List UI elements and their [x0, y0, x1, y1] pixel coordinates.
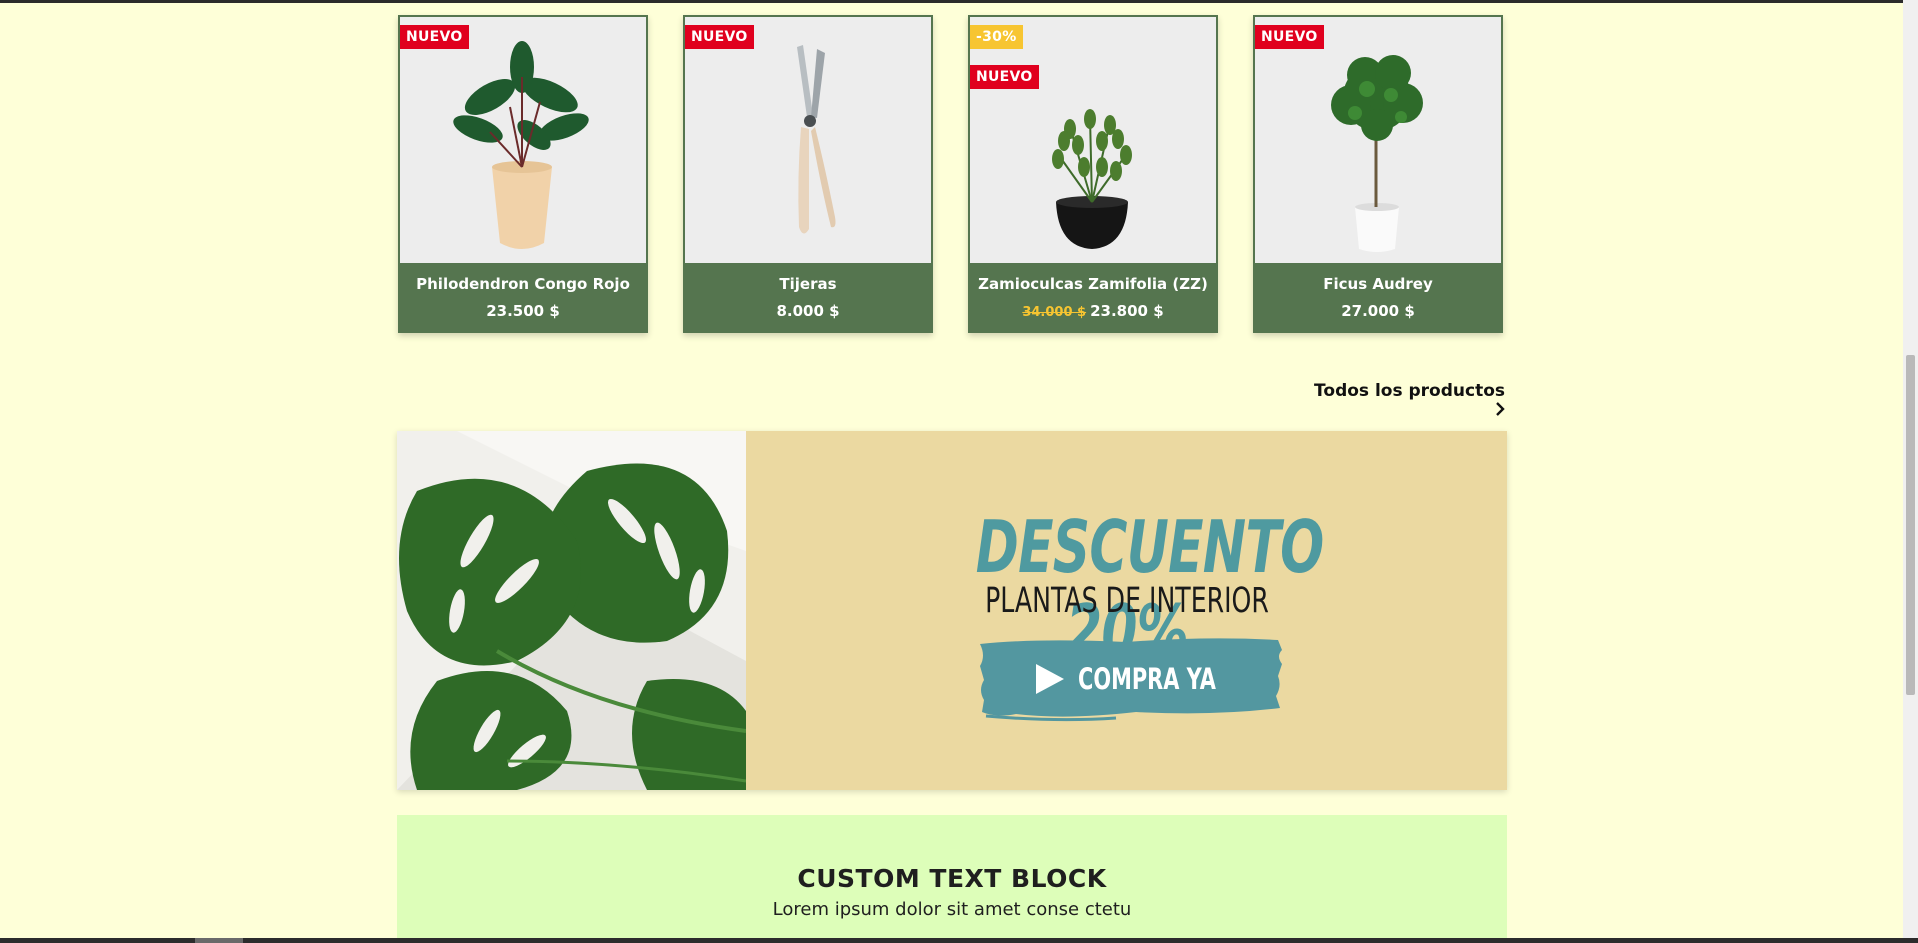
product-price: 8.000 $ — [776, 302, 840, 320]
product-image-zamioculcas[interactable] — [970, 17, 1216, 263]
horizontal-scrollbar[interactable] — [0, 938, 1918, 943]
new-badge: NUEVO — [970, 65, 1039, 89]
banner-subtitle: PLANTAS DE INTERIOR — [985, 581, 1269, 621]
product-image-philodendron[interactable] — [400, 17, 646, 263]
product-image-tijeras[interactable] — [685, 17, 931, 263]
product-price: 23.500 $ — [486, 302, 560, 320]
all-products-label: Todos los productos — [1314, 381, 1505, 401]
new-badge: NUEVO — [1255, 25, 1324, 49]
product-name[interactable]: Ficus Audrey — [1255, 275, 1501, 293]
monstera-photo — [397, 431, 746, 790]
product-info: Tijeras 8.000 $ — [685, 263, 931, 331]
product-info: Philodendron Congo Rojo 23.500 $ — [400, 263, 646, 331]
product-price: 23.800 $ — [1090, 302, 1164, 320]
product-price-group: 34.000 $23.800 $ — [970, 302, 1216, 320]
new-badge: NUEVO — [685, 25, 754, 49]
promo-banner[interactable]: DESCUENTO 20% PLANTAS DE INTERIOR COMPRA… — [397, 431, 1507, 790]
product-grid: NUEVO Philodendron Congo Rojo 23.500 $ N… — [398, 15, 1504, 335]
horizontal-scrollbar-thumb[interactable] — [195, 938, 243, 943]
product-price: 27.000 $ — [1341, 302, 1415, 320]
product-name[interactable]: Zamioculcas Zamifolia (ZZ) — [970, 275, 1216, 293]
shop-now-label: COMPRA YA — [1078, 662, 1216, 696]
product-card[interactable]: NUEVO Ficus Audrey 27.000 $ — [1253, 15, 1503, 333]
product-card[interactable]: NUEVO Tijeras 8.000 $ — [683, 15, 933, 333]
play-icon — [1034, 662, 1066, 700]
top-border — [0, 0, 1918, 3]
product-name[interactable]: Tijeras — [685, 275, 931, 293]
discount-badge: -30% — [970, 25, 1023, 49]
shop-now-button[interactable]: COMPRA YA — [976, 636, 1286, 722]
old-price: 34.000 $ — [1022, 305, 1087, 320]
product-card[interactable]: NUEVO Philodendron Congo Rojo 23.500 $ — [398, 15, 648, 333]
product-image-ficus[interactable] — [1255, 17, 1501, 263]
product-info: Zamioculcas Zamifolia (ZZ) 34.000 $23.80… — [970, 263, 1216, 331]
text-block-title: CUSTOM TEXT BLOCK — [797, 864, 1107, 893]
text-block-body: Lorem ipsum dolor sit amet conse ctetu — [772, 899, 1132, 920]
product-name[interactable]: Philodendron Congo Rojo — [400, 275, 646, 293]
product-card[interactable]: -30% NUEVO Zamioculcas Zamifolia (ZZ) 34… — [968, 15, 1218, 333]
all-products-link[interactable]: Todos los productos — [1305, 381, 1505, 416]
vertical-scrollbar-thumb[interactable] — [1906, 355, 1915, 695]
product-info: Ficus Audrey 27.000 $ — [1255, 263, 1501, 331]
custom-text-block: CUSTOM TEXT BLOCK Lorem ipsum dolor sit … — [397, 815, 1507, 938]
new-badge: NUEVO — [400, 25, 469, 49]
chevron-right-icon — [1495, 401, 1505, 420]
